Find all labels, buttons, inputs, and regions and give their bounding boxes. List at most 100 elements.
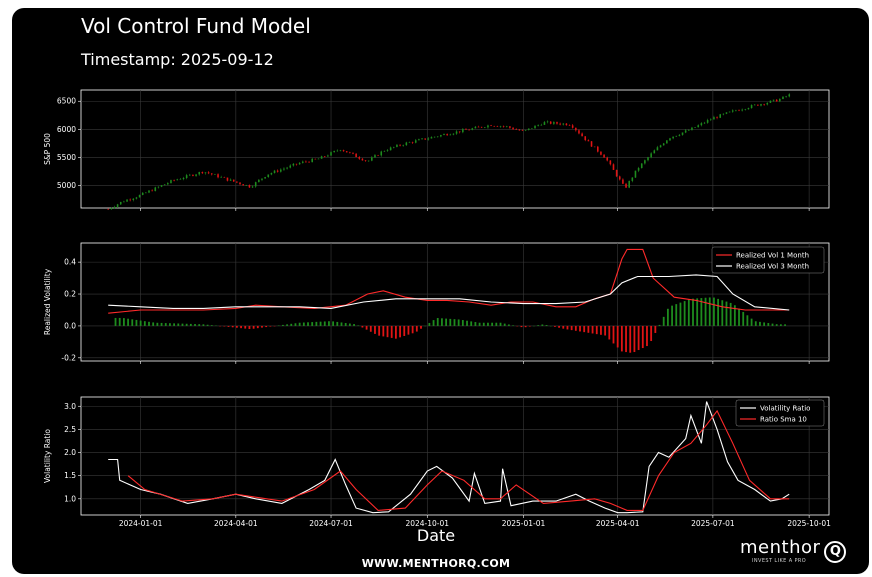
candle-body <box>210 173 213 175</box>
candle-body <box>427 138 430 140</box>
vol-diff-bar <box>650 325 653 342</box>
vol-diff-bar <box>336 321 339 326</box>
y-tick-label: 5500 <box>57 153 76 162</box>
vol-diff-bar <box>361 325 364 328</box>
vol-diff-bar <box>156 322 159 326</box>
plot-frame-3 <box>80 396 830 516</box>
candle-body <box>546 121 549 123</box>
candle-body <box>640 163 643 169</box>
candle-body <box>502 126 505 127</box>
candle-body <box>301 161 304 163</box>
vol-diff-bar <box>729 302 732 326</box>
candle-body <box>553 122 555 124</box>
vol-diff-bar <box>775 324 778 326</box>
vol-diff-bar <box>675 304 678 326</box>
candle-body <box>389 147 392 151</box>
candle-body <box>132 198 135 200</box>
candle-body <box>490 125 492 126</box>
candle-body <box>540 124 543 126</box>
vol-diff-bar <box>332 321 335 326</box>
candle-body <box>433 136 436 138</box>
vol-diff-bar <box>641 325 644 349</box>
candle-body <box>440 135 442 137</box>
vol-diff-bar <box>713 297 715 326</box>
candle-body <box>280 169 282 172</box>
vol-diff-bar <box>411 325 414 334</box>
y-axis-label: Volatility Ratio <box>43 429 52 483</box>
candle-body <box>697 125 700 128</box>
candle-body <box>499 126 502 127</box>
vol-diff-bar <box>554 325 556 327</box>
candle-body <box>694 127 696 128</box>
vol-diff-bar <box>319 321 322 326</box>
vol-diff-bar <box>482 322 485 326</box>
vol-diff-bar <box>256 325 259 329</box>
candle-body <box>578 130 580 134</box>
candle-body <box>195 174 197 176</box>
candle-body <box>148 190 150 193</box>
candle-body <box>430 137 433 139</box>
candle-body <box>684 130 687 133</box>
y-tick-label: 0.4 <box>64 258 76 267</box>
vol-diff-bar <box>248 325 251 330</box>
candle-body <box>637 168 640 171</box>
candle-body <box>757 104 759 106</box>
candle-body <box>393 146 395 148</box>
candle-body <box>251 186 254 188</box>
vol-diff-bar <box>591 325 594 334</box>
y-tick-label: 1.0 <box>64 494 76 503</box>
candle-body <box>383 150 386 152</box>
vol-diff-bar <box>118 317 121 326</box>
candle-body <box>581 133 583 137</box>
candle-body <box>396 144 398 147</box>
vol-diff-bar <box>620 325 623 352</box>
candle-body <box>650 153 652 158</box>
candle-body <box>192 174 194 176</box>
candle-body <box>615 169 618 177</box>
vol-diff-bar <box>323 321 326 326</box>
vol-diff-bar <box>759 321 761 326</box>
candle-body <box>537 124 539 126</box>
legend-label: Volatility Ratio <box>760 405 810 413</box>
candle-body <box>185 175 188 179</box>
candle-body <box>405 142 408 146</box>
vol-diff-bar <box>779 324 782 326</box>
vol-diff-bar <box>265 325 268 328</box>
vol-diff-bar <box>725 301 728 326</box>
candle-body <box>414 140 417 143</box>
vol-diff-bar <box>328 321 330 326</box>
vol-diff-bar <box>428 322 431 326</box>
candle-body <box>352 152 354 154</box>
candle-body <box>772 99 775 101</box>
candle-body <box>408 142 411 143</box>
y-tick-label: 0.2 <box>64 290 76 299</box>
candle-body <box>559 123 561 125</box>
vol-diff-bar <box>252 325 255 329</box>
vol-diff-bar <box>742 311 745 326</box>
vol-diff-bar <box>348 323 351 326</box>
vol-diff-bar <box>566 325 569 330</box>
series-line-2 <box>108 274 790 311</box>
candle-body <box>242 184 244 186</box>
candle-body <box>214 174 216 175</box>
candle-body <box>644 160 646 164</box>
candle-body <box>336 150 339 152</box>
candle-body <box>138 194 141 198</box>
candle-body <box>264 177 266 179</box>
series-line-2 <box>127 409 790 511</box>
vol-diff-bar <box>298 322 301 326</box>
candle-body <box>399 144 401 146</box>
candle-body <box>446 134 448 136</box>
vol-diff-bar <box>721 300 724 326</box>
candle-body <box>738 110 740 112</box>
candle-body <box>226 177 229 181</box>
vol-diff-bar <box>223 325 226 327</box>
candle-body <box>662 143 665 146</box>
candle-body <box>154 187 157 192</box>
vol-diff-bar <box>524 325 527 328</box>
candle-body <box>355 153 357 158</box>
y-tick-label: 6000 <box>57 125 76 134</box>
candle-body <box>248 185 251 188</box>
candle-body <box>367 160 370 162</box>
vol-diff-bar <box>704 297 707 326</box>
